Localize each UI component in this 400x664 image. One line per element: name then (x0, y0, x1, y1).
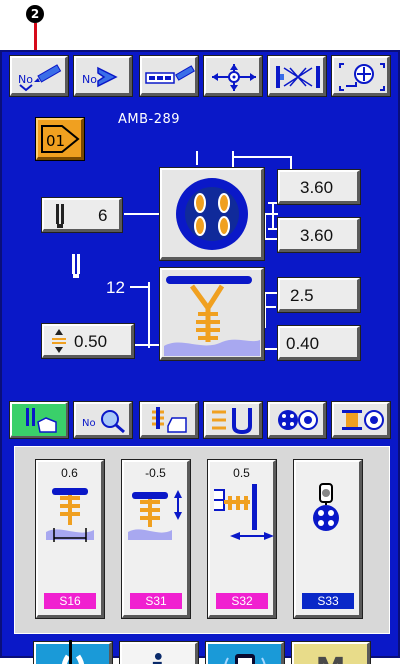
shank-offset-value: 0.50 (74, 332, 108, 351)
model-name: AMB-289 (118, 112, 181, 127)
needle-setting-button[interactable]: 6 (42, 198, 122, 232)
information-button[interactable]: i (120, 642, 198, 664)
shank-height-value: 2.5 (290, 286, 314, 305)
program-number-select-button[interactable]: No (74, 56, 132, 96)
hole-spacing-y-value: 3.60 (300, 226, 334, 245)
wire (264, 213, 266, 239)
svg-text:No: No (82, 73, 97, 86)
origin-position-button[interactable] (204, 56, 262, 96)
shank-stitch-icon (164, 276, 260, 356)
info-icon: i (122, 648, 195, 664)
stitch-shape-icon (276, 66, 320, 88)
program-number-pencil-icon: No (18, 64, 62, 92)
thread-cutter-button[interactable] (140, 402, 198, 438)
thread-cutter-icon (152, 407, 187, 433)
shank-count-value: 12 (106, 278, 125, 297)
mode-icon: M (294, 652, 367, 664)
wire (130, 286, 150, 288)
svg-text:No: No (82, 418, 96, 429)
wire (264, 292, 266, 328)
hole-spacing-x-value: 3.60 (300, 178, 334, 197)
horizontal-offset-icon (214, 484, 274, 540)
program-number-button[interactable]: 01 (36, 118, 84, 160)
communication-icon (224, 654, 266, 664)
program-number-value: 01 (46, 132, 65, 150)
bobbin-counter-icon (342, 410, 384, 430)
program-number-arrow-icon: No (82, 66, 118, 88)
hole-spacing-x-button[interactable]: 3.60 (278, 170, 360, 204)
wire (272, 202, 274, 228)
wire (264, 348, 278, 350)
data-input-panel: No No AMB-289 01 6 3.60 3.60 12 2.5 0.40… (0, 50, 400, 664)
program-number-icon: 01 (41, 125, 80, 153)
button-setting-icon (339, 63, 385, 91)
program-number-edit-button[interactable]: No (10, 56, 68, 96)
hole-spacing-y-button[interactable]: 3.60 (278, 218, 360, 252)
button-clamp-icon (313, 483, 339, 531)
offset-arrows-icon (52, 329, 66, 353)
callout-marker-2: 2 (26, 5, 44, 23)
ready-button[interactable] (34, 642, 112, 664)
bobbin-counter-button[interactable] (332, 402, 390, 438)
button-counter-button[interactable] (268, 402, 326, 438)
shank-base-value: 0.40 (286, 334, 320, 353)
clamp-u-icon (212, 408, 252, 435)
wire (264, 238, 278, 240)
sub-tag: S16 (44, 593, 96, 609)
wire (232, 156, 292, 158)
button-shape-button[interactable] (160, 168, 264, 260)
needle-value: 6 (98, 206, 108, 225)
sub-value: 0.5 (233, 466, 250, 480)
needle-icon (56, 204, 64, 228)
wire (124, 213, 164, 215)
shank-shape-button[interactable] (160, 268, 264, 360)
shank-base-button[interactable]: 0.40 (278, 326, 360, 360)
sub-button-s32[interactable]: 0.5 S32 (208, 460, 276, 618)
sequence-pencil-icon (145, 65, 195, 84)
sub-tag: S32 (216, 593, 268, 609)
wire (148, 282, 150, 348)
mode-button[interactable]: M (292, 642, 370, 664)
shank-offset-button[interactable]: 0.50 (42, 324, 134, 358)
sub-tag: S31 (130, 593, 182, 609)
sub-value: 0.6 (61, 466, 78, 480)
screen: 2 No No AMB-289 01 6 3.60 3.60 12 2.5 0.… (0, 0, 400, 664)
needle-hand-button[interactable] (10, 402, 68, 438)
shank-height-button[interactable]: 2.5 (278, 278, 360, 312)
program-zoom-button[interactable]: No (74, 402, 132, 438)
sub-button-s16[interactable]: 0.6 S16 (36, 460, 104, 618)
sub-button-s31[interactable]: -0.5 S31 (122, 460, 190, 618)
sub-value: -0.5 (145, 466, 166, 480)
vertical-offset-icon (128, 490, 182, 540)
sub-button-s33[interactable]: S33 (294, 460, 362, 618)
height-offset-icon (46, 488, 94, 542)
origin-position-icon (212, 64, 256, 91)
needle-small-icon (72, 254, 80, 278)
wire (264, 213, 278, 215)
program-zoom-icon: No (82, 410, 125, 434)
sequence-edit-button[interactable] (140, 56, 198, 96)
clamp-button[interactable] (204, 402, 262, 438)
wire (130, 344, 164, 346)
button-setting-button[interactable] (332, 56, 390, 96)
wire (268, 228, 278, 230)
ready-icon (61, 654, 85, 664)
four-hole-button-icon (176, 178, 248, 250)
stitch-shape-button[interactable] (268, 56, 326, 96)
svg-text:No: No (18, 73, 33, 86)
sub-tag: S33 (302, 593, 354, 609)
communication-button[interactable] (206, 642, 284, 664)
wire (264, 292, 278, 294)
wire (196, 151, 198, 165)
button-counter-icon (278, 410, 318, 430)
needle-hand-icon (12, 404, 66, 436)
callout-pointer-bottom (69, 640, 72, 664)
